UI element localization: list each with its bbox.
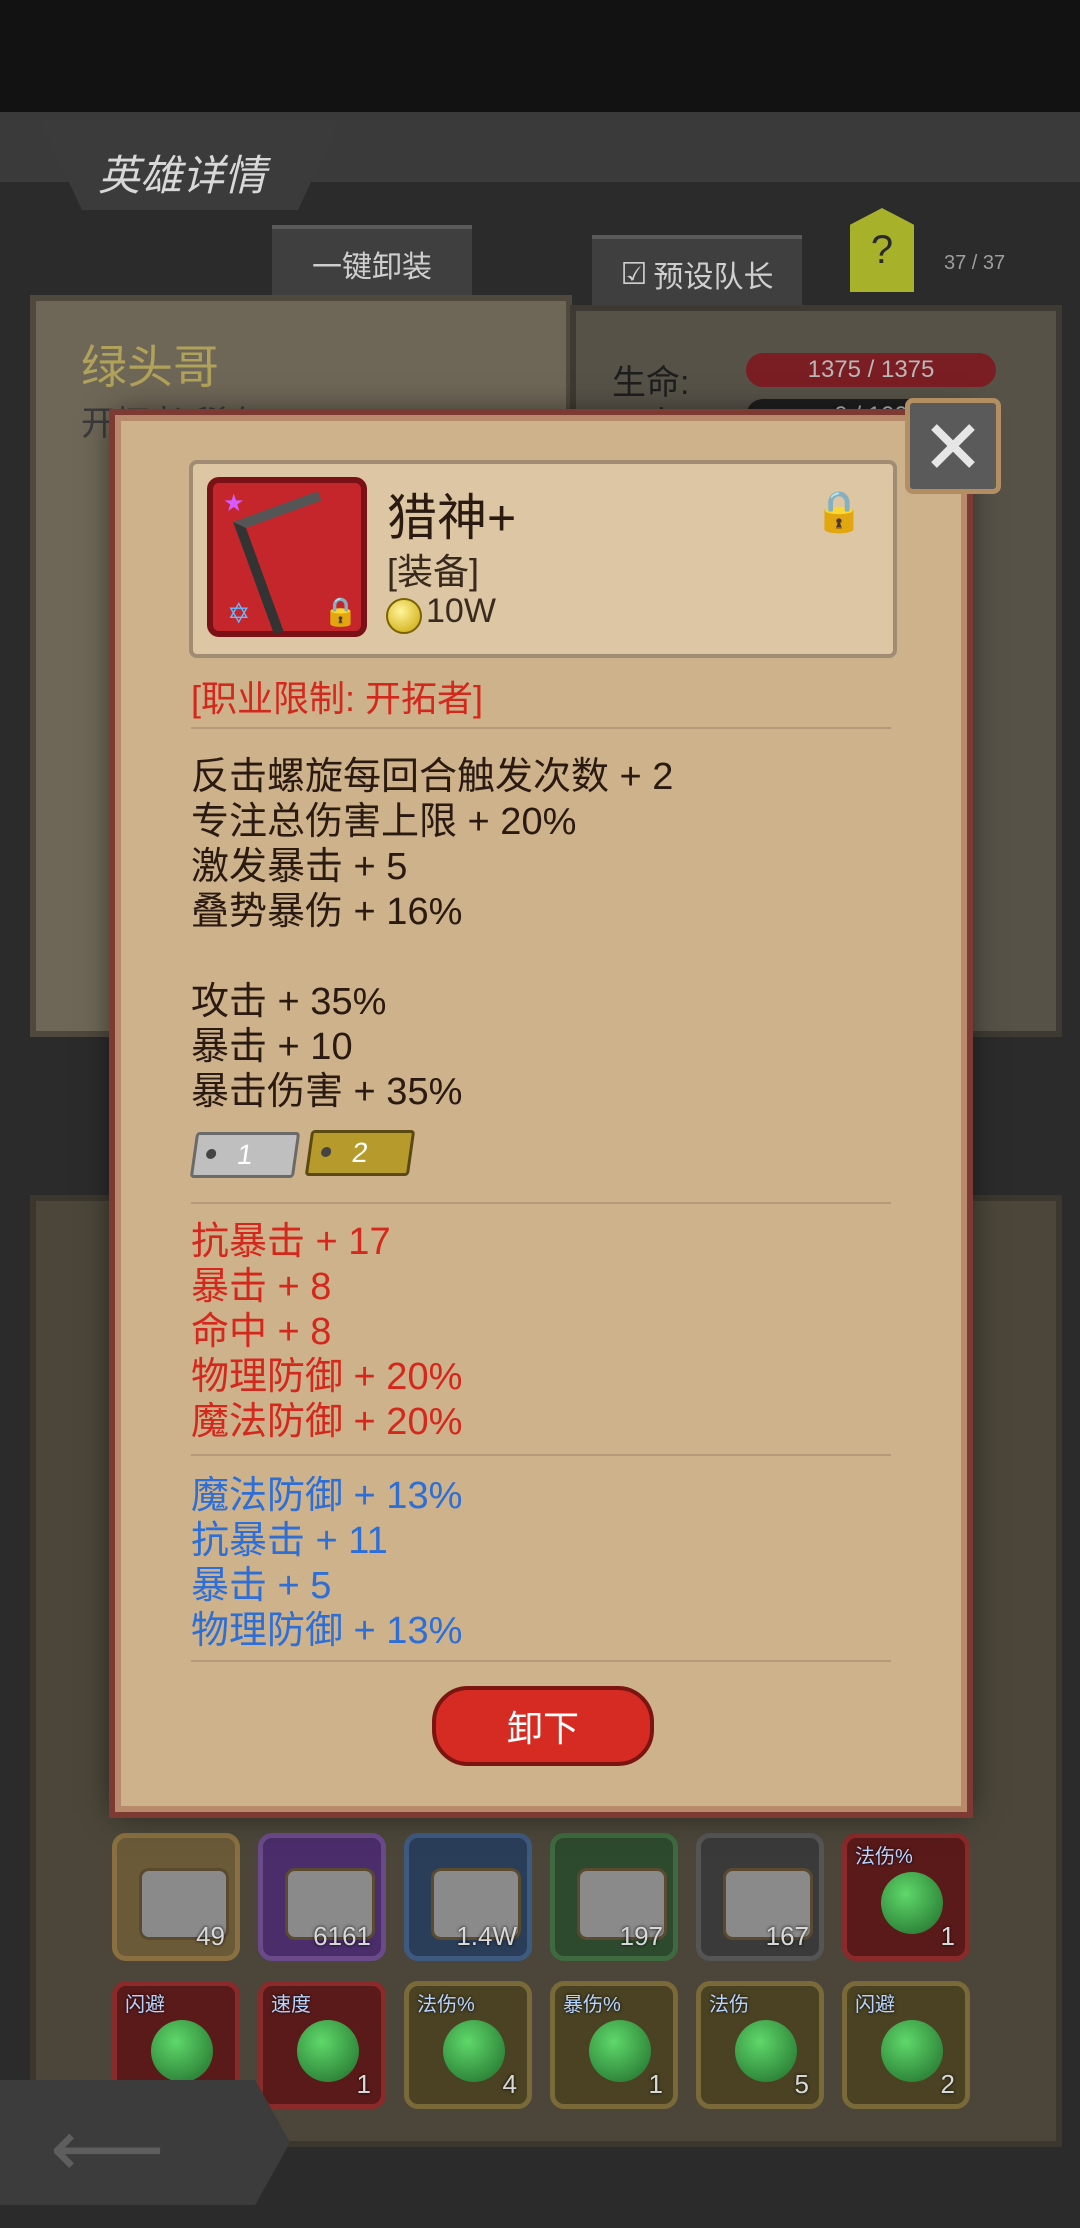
lock-icon[interactable]: 🔒 — [814, 488, 864, 535]
slot-count: 49 — [196, 1921, 225, 1951]
inventory-slot[interactable]: 1.4W — [404, 1833, 532, 1961]
inventory-slot[interactable]: 暴伤% 1 — [550, 1981, 678, 2109]
inventory-slot[interactable]: 速度 1 — [258, 1981, 386, 2109]
slot-count: 1 — [648, 2069, 663, 2099]
slot-label: 闪避 — [855, 1994, 895, 2016]
item-price: 10W — [426, 592, 496, 630]
coin-icon — [386, 598, 422, 634]
star-icon: ★ — [223, 490, 245, 517]
inventory-slot[interactable]: 法伤% 4 — [404, 1981, 532, 2109]
base-stat: 暴击伤害 + 35% — [191, 1071, 463, 1113]
tag-label: 2 — [350, 1137, 371, 1168]
slot-count: 1.4W — [456, 1921, 517, 1951]
tier-tag-2: 2 — [304, 1130, 416, 1176]
page-title: 英雄详情 — [98, 152, 267, 199]
gem-icon — [297, 2020, 359, 2082]
close-button[interactable] — [905, 398, 1001, 494]
slot-count: 4 — [502, 2069, 517, 2099]
lock-icon: 🔒 — [323, 596, 358, 627]
tier-tag-1: 1 — [189, 1132, 301, 1178]
item-icon[interactable]: ★ ✡ 🔒 — [207, 477, 367, 637]
slot-count: 5 — [794, 2069, 809, 2099]
checkbox-icon: ☑ — [620, 257, 648, 291]
slot-count: 2 — [940, 2069, 955, 2099]
inventory-slot[interactable]: 闪避 2 — [842, 1981, 970, 2109]
divider — [191, 1454, 891, 1456]
help-label: ? — [870, 227, 894, 272]
divider — [191, 727, 891, 729]
hexagram-icon: ✡ — [227, 598, 251, 629]
preset-leader-label: 预设队长 — [653, 261, 774, 294]
hp-value: 1375 / 1375 — [807, 356, 935, 383]
slot-count: 167 — [765, 1921, 809, 1951]
hero-name: 绿头哥 — [81, 341, 219, 393]
red-stat: 魔法防御 + 20% — [191, 1401, 463, 1443]
gem-icon — [881, 1872, 943, 1934]
preset-leader-button[interactable]: ☑ 预设队长 — [592, 235, 802, 309]
tag-hole — [320, 1147, 332, 1157]
unequip-label: 卸下 — [506, 1708, 579, 1749]
slot-count: 197 — [619, 1921, 663, 1951]
divider — [191, 1660, 891, 1662]
close-icon — [931, 424, 975, 468]
gem-icon — [443, 2020, 505, 2082]
inventory-slot[interactable]: 197 — [550, 1833, 678, 1961]
slot-label: 法伤 — [709, 1994, 749, 2016]
unequip-all-button[interactable]: 一键卸装 — [272, 225, 472, 299]
slot-count: 1 — [940, 1921, 955, 1951]
slot-label: 法伤% — [417, 1994, 475, 2016]
inventory-slot[interactable]: 49 — [112, 1833, 240, 1961]
slot-count: 6161 — [313, 1921, 371, 1951]
gem-icon — [151, 2020, 213, 2082]
back-button[interactable]: ⟵ — [0, 2080, 290, 2205]
slot-label: 闪避 — [125, 1994, 165, 2016]
inventory-slot[interactable]: 法伤% 1 — [842, 1833, 970, 1961]
unequip-all-label: 一键卸装 — [312, 251, 432, 284]
item-name: 猎神+ — [387, 490, 517, 546]
divider — [191, 1202, 891, 1204]
class-restriction: [职业限制: 开拓者] — [191, 678, 484, 719]
inventory-slot[interactable]: 167 — [696, 1833, 824, 1961]
inventory-slot[interactable]: 6161 — [258, 1833, 386, 1961]
tag-hole — [205, 1149, 217, 1159]
gem-icon — [589, 2020, 651, 2082]
back-arrow-icon: ⟵ — [50, 2104, 165, 2193]
unequip-button[interactable]: 卸下 — [432, 1686, 654, 1766]
slot-count: 1 — [356, 2069, 371, 2099]
status-bar — [0, 0, 1080, 112]
page-title-tab: 英雄详情 — [40, 120, 340, 210]
hp-bar: 1375 / 1375 — [746, 353, 996, 387]
blue-stat: 物理防御 + 13% — [191, 1610, 463, 1652]
help-button[interactable]: ? — [850, 208, 914, 292]
inventory-slot[interactable]: 法伤 5 — [696, 1981, 824, 2109]
slot-label: 法伤% — [855, 1846, 913, 1868]
item-type: [装备] — [387, 551, 480, 592]
gem-icon — [735, 2020, 797, 2082]
hero-count: 37 / 37 — [944, 252, 1006, 274]
gem-icon — [881, 2020, 943, 2082]
special-effect: 叠势暴伤 + 16% — [191, 891, 463, 933]
slot-label: 速度 — [271, 1994, 311, 2016]
tag-label: 1 — [235, 1139, 256, 1170]
slot-label: 暴伤% — [563, 1994, 621, 2016]
